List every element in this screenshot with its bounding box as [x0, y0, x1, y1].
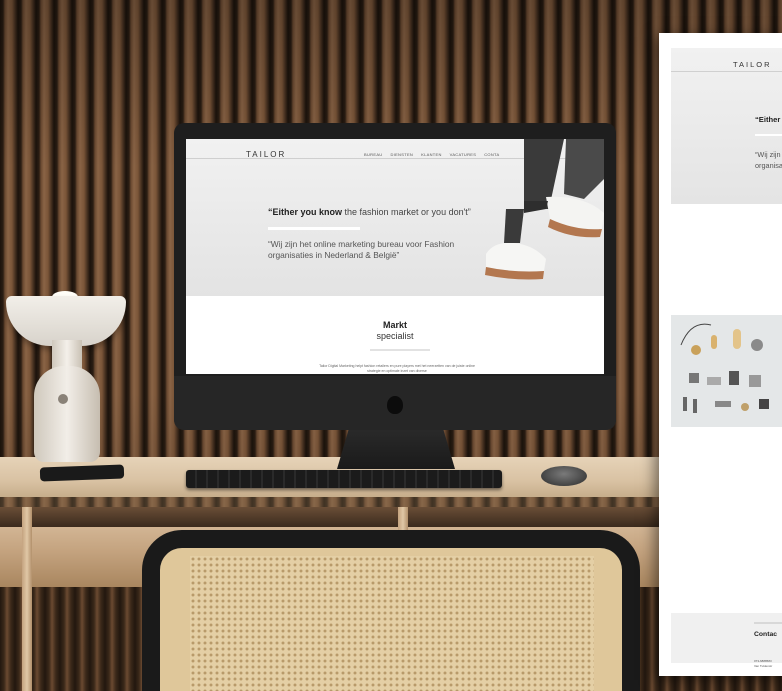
apple-logo-icon — [387, 396, 403, 414]
workspace-scene: TAILOR BUREAU DIENSTEN KLANTEN VACATURES… — [0, 0, 782, 691]
sneaker-photo — [485, 139, 604, 280]
section-body: Tailor Digital Marketing helpt fashion r… — [319, 364, 475, 374]
imac-stand — [337, 429, 455, 469]
hero-subtitle: “Wij zijn het online marketing bureau vo… — [268, 239, 455, 260]
section-title: Markt — [382, 320, 407, 330]
mouse — [541, 466, 587, 486]
smartphone — [39, 464, 125, 482]
site-logo: TAILOR — [246, 150, 287, 159]
nav-item-klanten: KLANTEN — [421, 152, 442, 157]
keyboard — [186, 470, 502, 488]
hero-quote: “Either you know the fashion market or y… — [268, 207, 471, 217]
desk-leg — [22, 507, 32, 691]
nav-item-bureau: BUREAU — [364, 152, 383, 157]
lamp-base — [34, 366, 100, 462]
section-subtitle: specialist — [376, 331, 414, 341]
chair-cane-back — [190, 556, 594, 691]
imac-screen-website: TAILOR BUREAU DIENSTEN KLANTEN VACATURES… — [186, 139, 604, 374]
lamp-switch — [58, 394, 68, 404]
nav-item-diensten: DIENSTEN — [390, 152, 414, 157]
mockup-hero — [671, 48, 782, 204]
